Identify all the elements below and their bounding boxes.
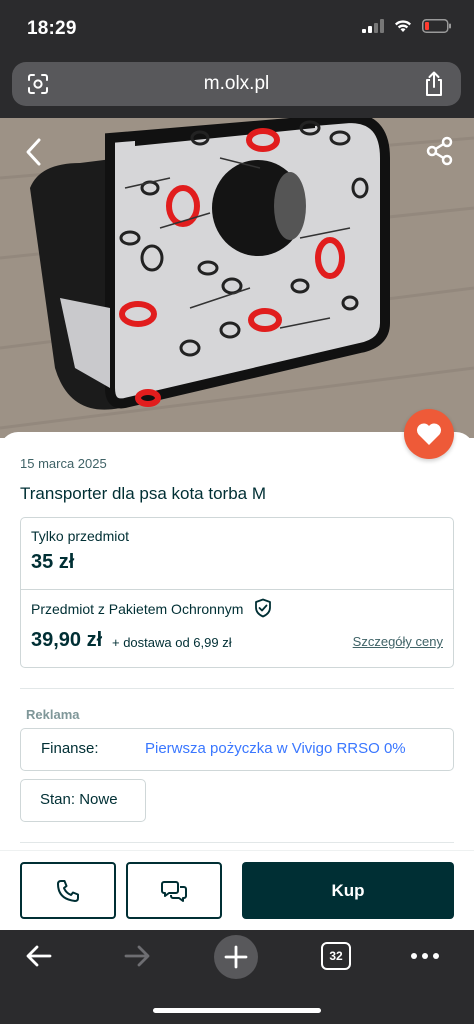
chat-icon [161,880,187,902]
price-details-link[interactable]: Szczegóły ceny [353,634,443,649]
chat-button[interactable] [126,862,222,919]
item-only-price: 35 zł [31,551,75,573]
price-divider [21,589,453,590]
divider [20,842,454,843]
delivery-text: + dostawa od 6,99 zł [112,635,232,650]
call-button[interactable] [20,862,116,919]
back-chevron-icon[interactable] [22,136,46,173]
product-photo[interactable] [0,118,474,438]
condition-tag: Stan: Nowe [20,779,146,822]
share-icon[interactable] [423,71,445,102]
home-indicator[interactable] [153,1008,321,1013]
condition-text: Stan: Nowe [40,791,118,808]
ad-banner[interactable]: Finanse: Pierwsza pożyczka w Vivigo RRSO… [20,728,454,771]
listing-date: 15 marca 2025 [20,456,107,471]
status-icons [362,19,452,33]
status-time: 18:29 [27,18,77,39]
url-bar[interactable]: m.olx.pl [12,62,461,106]
ad-label: Reklama [26,707,80,722]
package-label: Przedmiot z Pakietem Ochronnym [31,601,244,617]
browser-top-chrome: 18:29 m.olx.pl [0,0,474,118]
ad-link[interactable]: Pierwsza pożyczka w Vivigo RRSO 0% [145,740,406,757]
arrow-right-icon[interactable] [122,941,152,976]
url-text[interactable]: m.olx.pl [12,73,461,95]
divider [20,688,454,689]
heart-icon [416,423,442,445]
plus-icon [224,945,248,969]
item-only-label: Tylko przedmiot [31,528,130,544]
shield-check-icon [253,598,273,623]
arrow-left-icon[interactable] [24,941,54,976]
new-tab-button[interactable] [214,935,258,979]
buy-button[interactable]: Kup [242,862,454,919]
signal-icon [362,19,384,33]
listing-title: Transporter dla psa kota torba M [20,484,266,503]
ad-key: Finanse: [41,740,99,757]
carrier-bag-illustration [0,118,474,438]
favorite-button[interactable] [404,409,454,459]
price-options-box: Tylko przedmiot 35 zł Przedmiot z Pakiet… [20,517,454,668]
tabs-icon[interactable]: 32 [321,942,351,970]
wifi-icon [395,20,411,32]
phone-icon [57,879,79,902]
share-nodes-icon[interactable] [426,136,454,171]
more-icon[interactable] [410,946,440,971]
package-price: 39,90 zł [31,629,103,651]
battery-icon [422,19,451,33]
